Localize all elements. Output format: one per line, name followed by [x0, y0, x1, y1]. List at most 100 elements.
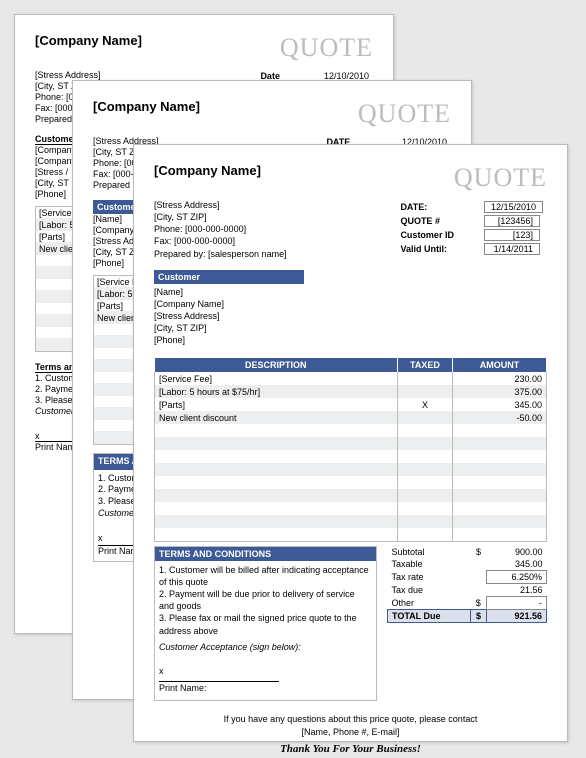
- cell-amount: [452, 450, 546, 463]
- cell-description: [Parts]: [155, 398, 398, 411]
- total-value: 921.56: [487, 609, 547, 622]
- footer: If you have any questions about this pri…: [154, 713, 547, 758]
- sender-phone: Phone: [000-000-0000]: [154, 223, 287, 235]
- cell-taxed: [398, 424, 453, 437]
- taxdue-label: Tax due: [388, 583, 471, 596]
- col-taxed: TAXED: [398, 358, 453, 372]
- totals-block: Subtotal$900.00 Taxable345.00 Tax rate6.…: [387, 546, 547, 623]
- cell-description: [155, 450, 398, 463]
- table-row: [155, 528, 547, 541]
- cell-amount: [452, 424, 546, 437]
- cell-amount: [452, 515, 546, 528]
- sender-address1: [Stress Address]: [154, 199, 287, 211]
- cell-taxed: [398, 385, 453, 398]
- table-row: [155, 437, 547, 450]
- cell-taxed: [398, 515, 453, 528]
- table-row: [155, 489, 547, 502]
- meta-customer-label: Customer ID: [398, 229, 480, 241]
- cell-amount: 345.00: [452, 398, 546, 411]
- taxable-label: Taxable: [388, 558, 471, 571]
- customer-header: Customer: [154, 270, 304, 284]
- table-row: [155, 502, 547, 515]
- quote-title: QUOTE: [454, 163, 547, 193]
- cell-taxed: [398, 437, 453, 450]
- cell-description: [155, 515, 398, 528]
- meta-date-label: DATE:: [398, 201, 480, 213]
- col-description: DESCRIPTION: [155, 358, 398, 372]
- acceptance-label: Customer Acceptance (sign below):: [159, 641, 372, 653]
- table-row: [155, 515, 547, 528]
- cell-taxed: [398, 372, 453, 385]
- quote-title: QUOTE: [358, 99, 451, 129]
- meta-block: DATE:12/15/2010 QUOTE #[123456] Customer…: [396, 199, 547, 260]
- table-row: [Parts]X345.00: [155, 398, 547, 411]
- print-name-label: Print Name:: [159, 682, 372, 694]
- cell-amount: -50.00: [452, 411, 546, 424]
- company-name: [Company Name]: [154, 163, 261, 178]
- terms-line: 2. Payment will be due prior to delivery…: [159, 588, 372, 612]
- meta-date-value: 12/15/2010: [484, 201, 543, 213]
- cell-description: [155, 437, 398, 450]
- terms-box: TERMS AND CONDITIONS 1. Customer will be…: [154, 546, 377, 701]
- table-row: [Service Fee]230.00: [155, 372, 547, 385]
- table-row: [155, 424, 547, 437]
- cell-amount: [452, 502, 546, 515]
- cell-amount: [452, 489, 546, 502]
- meta-customer-value: [123]: [484, 229, 540, 241]
- line-items-table: DESCRIPTION TAXED AMOUNT [Service Fee]23…: [154, 358, 547, 542]
- sender-block: [Stress Address] [City, ST ZIP] Phone: […: [154, 199, 287, 260]
- table-row: [Labor: 5 hours at $75/hr] 375.00: [155, 385, 547, 398]
- sender-fax: Fax: [000-000-0000]: [154, 235, 287, 247]
- meta-valid-label: Valid Until:: [398, 243, 480, 255]
- cell-amount: 375.00: [452, 385, 546, 398]
- cell-description: [155, 502, 398, 515]
- table-row: [155, 463, 547, 476]
- quote-page-front: [Company Name] QUOTE [Stress Address] [C…: [133, 144, 568, 742]
- cell-description: [155, 528, 398, 541]
- customer-address: [Stress Address]: [154, 310, 547, 322]
- sender-address2: [City, ST ZIP]: [154, 211, 287, 223]
- cell-taxed: [398, 450, 453, 463]
- footer-line2: [Name, Phone #, E-mail]: [154, 726, 547, 739]
- meta-valid-value: 1/14/2011: [484, 243, 540, 255]
- other-value: -: [487, 596, 547, 609]
- cell-taxed: [398, 411, 453, 424]
- meta-quote-label: QUOTE #: [398, 215, 480, 227]
- cell-taxed: [398, 489, 453, 502]
- customer-company: [Company Name]: [154, 298, 547, 310]
- col-amount: AMOUNT: [452, 358, 546, 372]
- terms-line: 1. Customer will be billed after indicat…: [159, 564, 372, 588]
- cell-amount: [452, 437, 546, 450]
- cell-amount: 230.00: [452, 372, 546, 385]
- terms-header: TERMS AND CONDITIONS: [155, 547, 376, 561]
- cell-amount: [452, 528, 546, 541]
- footer-line1: If you have any questions about this pri…: [154, 713, 547, 726]
- thank-you: Thank You For Your Business!: [154, 742, 547, 757]
- cell-taxed: [398, 463, 453, 476]
- cell-amount: [452, 463, 546, 476]
- cell-taxed: [398, 476, 453, 489]
- total-label: TOTAL Due: [388, 609, 471, 622]
- table-row: New client discount -50.00: [155, 411, 547, 424]
- subtotal-label: Subtotal: [388, 546, 471, 558]
- subtotal-value: 900.00: [487, 546, 547, 558]
- taxrate-label: Tax rate: [388, 570, 471, 583]
- signature-x: x: [159, 665, 372, 677]
- terms-line: 3. Please fax or mail the signed price q…: [159, 612, 372, 636]
- taxrate-value: 6.250%: [487, 570, 547, 583]
- cell-taxed: X: [398, 398, 453, 411]
- table-row: [155, 450, 547, 463]
- cell-description: [155, 489, 398, 502]
- cell-description: [Labor: 5 hours at $75/hr]: [155, 385, 398, 398]
- cell-description: [155, 476, 398, 489]
- company-name: [Company Name]: [35, 33, 142, 48]
- cell-description: New client discount: [155, 411, 398, 424]
- quote-title: QUOTE: [280, 33, 373, 63]
- customer-block: [Name] [Company Name] [Stress Address] […: [154, 286, 547, 347]
- cell-taxed: [398, 528, 453, 541]
- company-name: [Company Name]: [93, 99, 200, 114]
- cell-amount: [452, 476, 546, 489]
- cell-description: [155, 424, 398, 437]
- customer-city: [City, ST ZIP]: [154, 322, 547, 334]
- table-row: [155, 476, 547, 489]
